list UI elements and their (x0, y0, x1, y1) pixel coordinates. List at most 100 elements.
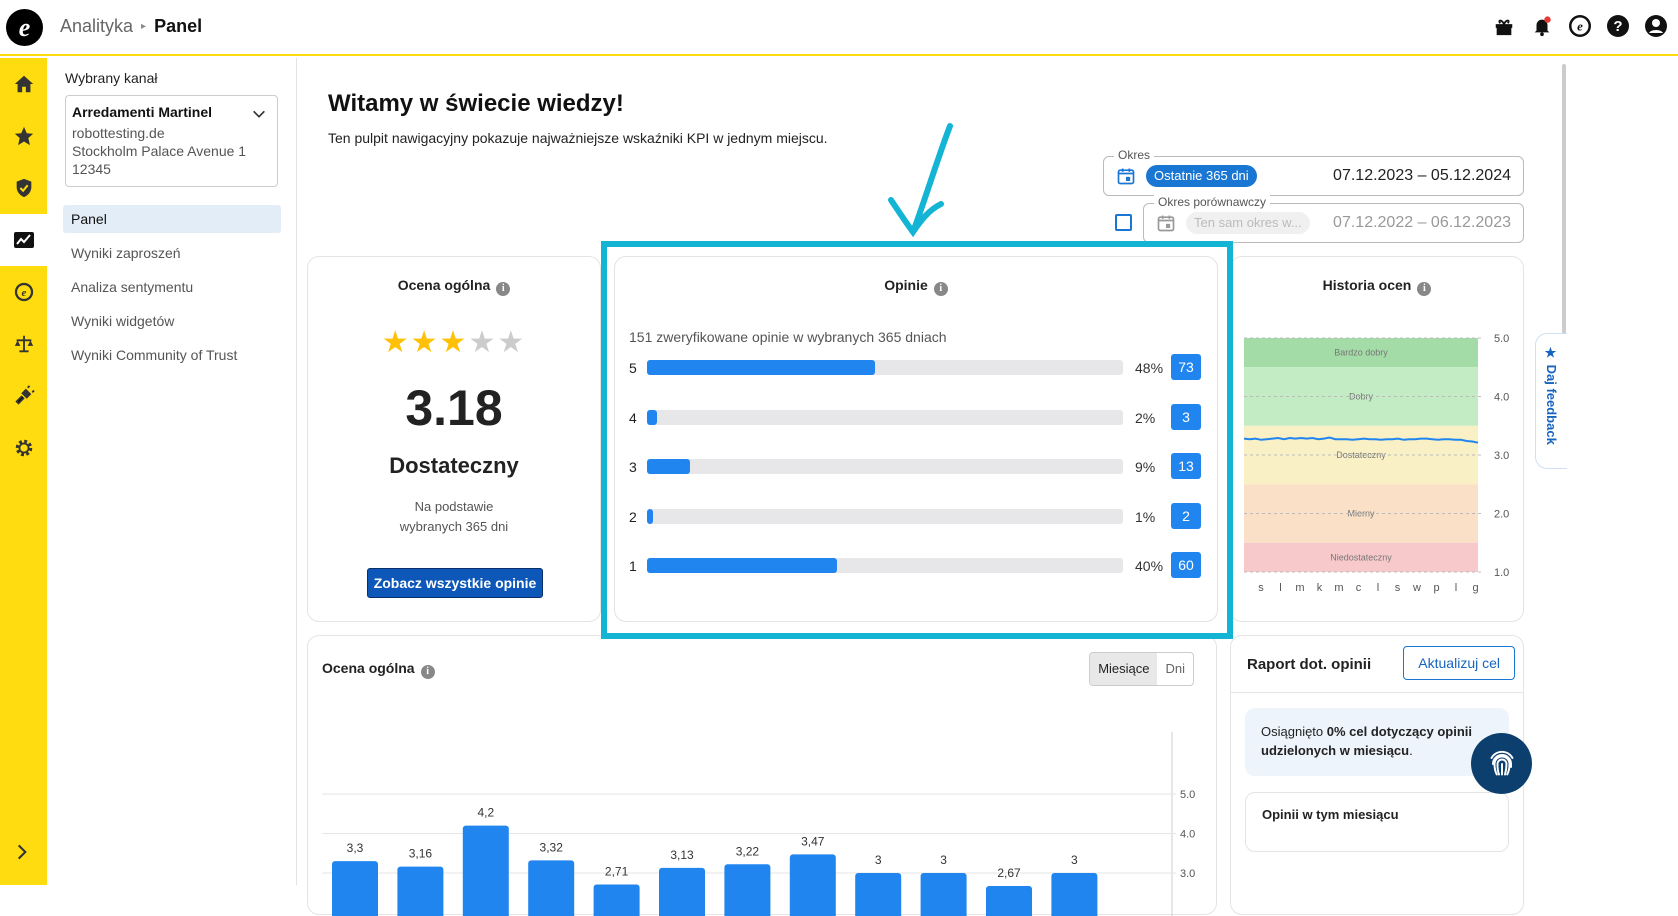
channel-label: Wybrany kanał (65, 70, 158, 86)
svg-text:e: e (1577, 19, 1583, 34)
star-empty-icon: ★ (497, 326, 527, 359)
svg-text:?: ? (1613, 18, 1622, 35)
monthly-bar[interactable] (1051, 873, 1098, 916)
help-icon[interactable]: ? (1606, 14, 1630, 38)
monthly-rating-card: Ocena ogólna i Miesiące Dni 5.0 4.0 3.0 3,3 3… (307, 635, 1217, 916)
channel-domain: robottesting.de (72, 125, 165, 141)
update-goal-button[interactable]: Aktualizuj cel (1403, 646, 1515, 680)
breadcrumb-section[interactable]: Analityka (60, 16, 133, 37)
rating-history-chart: Bardzo dobryDobryDostatecznyMiernyNiedos… (1243, 333, 1509, 594)
rating-history-card: Historia ocen i Bardzo dobry Dobry Dostatec… (1230, 256, 1524, 622)
basis-line-1: Na podstawie (414, 499, 494, 514)
overall-rating-card: Ocena ogólna i ★★★★★ 3.18 Dostateczny Na … (307, 256, 601, 622)
monthly-bar[interactable] (986, 886, 1032, 916)
chevron-down-icon (251, 106, 267, 127)
star-icon[interactable] (0, 110, 47, 162)
monthly-bar-label: 3 (940, 853, 947, 867)
feedback-tab[interactable]: ★ Daj feedback (1535, 333, 1567, 469)
subnav-item-invitations[interactable]: Wyniki zaproszeń (63, 239, 281, 267)
history-x-tick: p (1433, 582, 1439, 594)
period-selector[interactable]: Okres Ostatnie 365 dni 07.12.2023 – 05.1… (1103, 148, 1524, 196)
subnav-item-panel[interactable]: Panel (63, 205, 281, 233)
period-dates: 07.12.2023 – 05.12.2024 (1333, 167, 1511, 184)
monthly-y-tick: 3.0 (1180, 868, 1195, 880)
history-x-tick: s (1258, 582, 1264, 594)
account-icon[interactable] (1644, 14, 1668, 38)
compare-chip[interactable]: Ten sam okres w... (1186, 212, 1310, 234)
history-y-tick: 2.0 (1494, 509, 1509, 521)
goal-text-prefix: Osiągnięto (1261, 724, 1327, 739)
trusted-shops-icon[interactable]: e (1568, 14, 1592, 38)
goal-progress-box: Osiągnięto 0% cel dotyczący opinii udzie… (1245, 708, 1509, 776)
history-x-tick: w (1412, 582, 1421, 594)
overall-title: Ocena ogólna (397, 277, 491, 293)
monthly-bar[interactable] (724, 864, 771, 916)
breadcrumb-separator-icon: ▸ (141, 21, 147, 32)
history-x-tick: g (1472, 582, 1478, 594)
feedback-label: ★ Daj feedback (1544, 346, 1559, 445)
monthly-bar[interactable] (528, 860, 575, 916)
info-icon[interactable]: i (496, 282, 511, 296)
annotation-arrow-icon (888, 123, 953, 238)
monthly-bar-label: 3 (875, 853, 882, 867)
rating-stars: ★★★★★ (308, 325, 600, 360)
goal-text-suffix: . (1409, 743, 1413, 758)
monthly-rating-chart: 5.0 4.0 3.0 3,3 3,16 4,2 3,32 2,71 3,13 3,22 3,47 3… (322, 732, 1195, 916)
divider (1231, 692, 1523, 693)
fingerprint-fab-button[interactable] (1471, 733, 1532, 794)
main-sidebar: e (0, 58, 47, 885)
monthly-y-tick: 5.0 (1180, 789, 1195, 801)
annotation-highlight-box (601, 241, 1233, 639)
analytics-icon[interactable] (0, 214, 47, 266)
overall-score: 3.18 (405, 380, 503, 436)
monthly-bar-label: 3,13 (670, 848, 694, 862)
history-x-tick: l (1279, 582, 1281, 594)
monthly-bar[interactable] (593, 884, 640, 916)
legal-scale-icon[interactable] (0, 318, 47, 370)
home-icon[interactable] (0, 58, 47, 110)
star-filled-icon: ★ (439, 326, 469, 359)
history-x-tick: m (1334, 582, 1343, 594)
history-x-tick: c (1356, 582, 1362, 594)
compare-checkbox[interactable] (1115, 214, 1132, 231)
history-y-tick: 4.0 (1494, 392, 1509, 404)
monthly-bar-label: 3 (1071, 853, 1078, 867)
brand-logo[interactable]: e (6, 9, 43, 46)
monthly-bar-label: 4,2 (477, 806, 494, 820)
history-y-tick: 1.0 (1494, 567, 1509, 579)
history-x-tick: k (1317, 582, 1323, 594)
monthly-bar-label: 3,32 (540, 840, 564, 854)
gift-icon[interactable] (1492, 14, 1516, 38)
monthly-bar[interactable] (397, 866, 444, 916)
monthly-bar[interactable] (659, 867, 705, 916)
period-chip[interactable]: Ostatnie 365 dni (1146, 165, 1257, 187)
overall-rating-label: Dostateczny (389, 453, 519, 478)
history-y-tick: 5.0 (1494, 333, 1509, 345)
page-scrollbar[interactable] (1562, 64, 1566, 364)
channel-zip: 12345 (72, 161, 111, 177)
monthly-bar[interactable] (789, 854, 836, 916)
expand-sidebar-icon[interactable] (12, 842, 32, 867)
subnav-item-community[interactable]: Wyniki Community of Trust (63, 341, 281, 369)
compare-period-selector[interactable]: Okres porównawczy Ten sam okres w... 07.… (1143, 195, 1524, 243)
settings-gear-icon[interactable] (0, 422, 47, 474)
compare-legend: Okres porównawczy (1154, 195, 1271, 209)
monthly-bar[interactable] (332, 861, 378, 916)
period-legend: Okres (1114, 148, 1155, 162)
monthly-bar[interactable] (920, 873, 967, 916)
monthly-bar-label: 2,71 (605, 864, 629, 878)
channel-name: Arredamenti Martinel (72, 104, 213, 120)
see-all-reviews-button[interactable]: Zobacz wszystkie opinie (367, 568, 543, 598)
trustmark-icon[interactable]: e (0, 266, 47, 318)
month-reviews-box: Opinii w tym miesiącu (1245, 792, 1509, 852)
monthly-bar[interactable] (855, 873, 902, 916)
integrations-plug-icon[interactable] (0, 370, 47, 422)
bell-icon[interactable] (1530, 14, 1554, 38)
history-x-tick: l (1455, 582, 1457, 594)
shield-icon[interactable] (0, 162, 47, 214)
subnav-item-sentiment[interactable]: Analiza sentymentu (63, 273, 281, 301)
subnav-item-widgets[interactable]: Wyniki widgetów (63, 307, 281, 335)
subnav-menu: Panel Wyniki zaproszeń Analiza sentyment… (63, 205, 281, 375)
channel-selector[interactable]: Arredamenti Martinel robottesting.de Sto… (65, 95, 278, 187)
monthly-bar[interactable] (462, 825, 509, 916)
